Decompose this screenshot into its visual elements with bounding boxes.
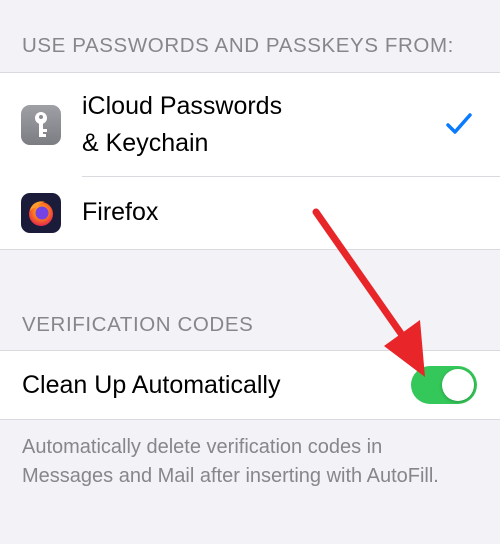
clean-up-label: Clean Up Automatically (22, 371, 281, 399)
checkmark-icon (446, 113, 472, 134)
password-providers-group: iCloud Passwords & Keychain Firefox (0, 72, 500, 250)
provider-row-icloud[interactable]: iCloud Passwords & Keychain (0, 73, 500, 176)
firefox-icon (21, 193, 61, 233)
provider-label-icloud-line1: iCloud Passwords (82, 92, 283, 120)
clean-up-row: Clean Up Automatically (0, 351, 500, 419)
clean-up-toggle[interactable] (411, 366, 477, 404)
toggle-knob (442, 369, 474, 401)
verification-section-header: VERIFICATION CODES (22, 313, 254, 336)
provider-label-firefox: Firefox (82, 198, 159, 226)
provider-row-firefox[interactable]: Firefox (0, 177, 500, 249)
verification-footer-text: Automatically delete verification codes … (22, 436, 439, 487)
passwords-section-header: USE PASSWORDS AND PASSKEYS FROM: (22, 34, 454, 57)
provider-label-icloud-line2: & Keychain (82, 129, 209, 157)
key-icon (21, 105, 61, 145)
verification-group: Clean Up Automatically (0, 350, 500, 420)
